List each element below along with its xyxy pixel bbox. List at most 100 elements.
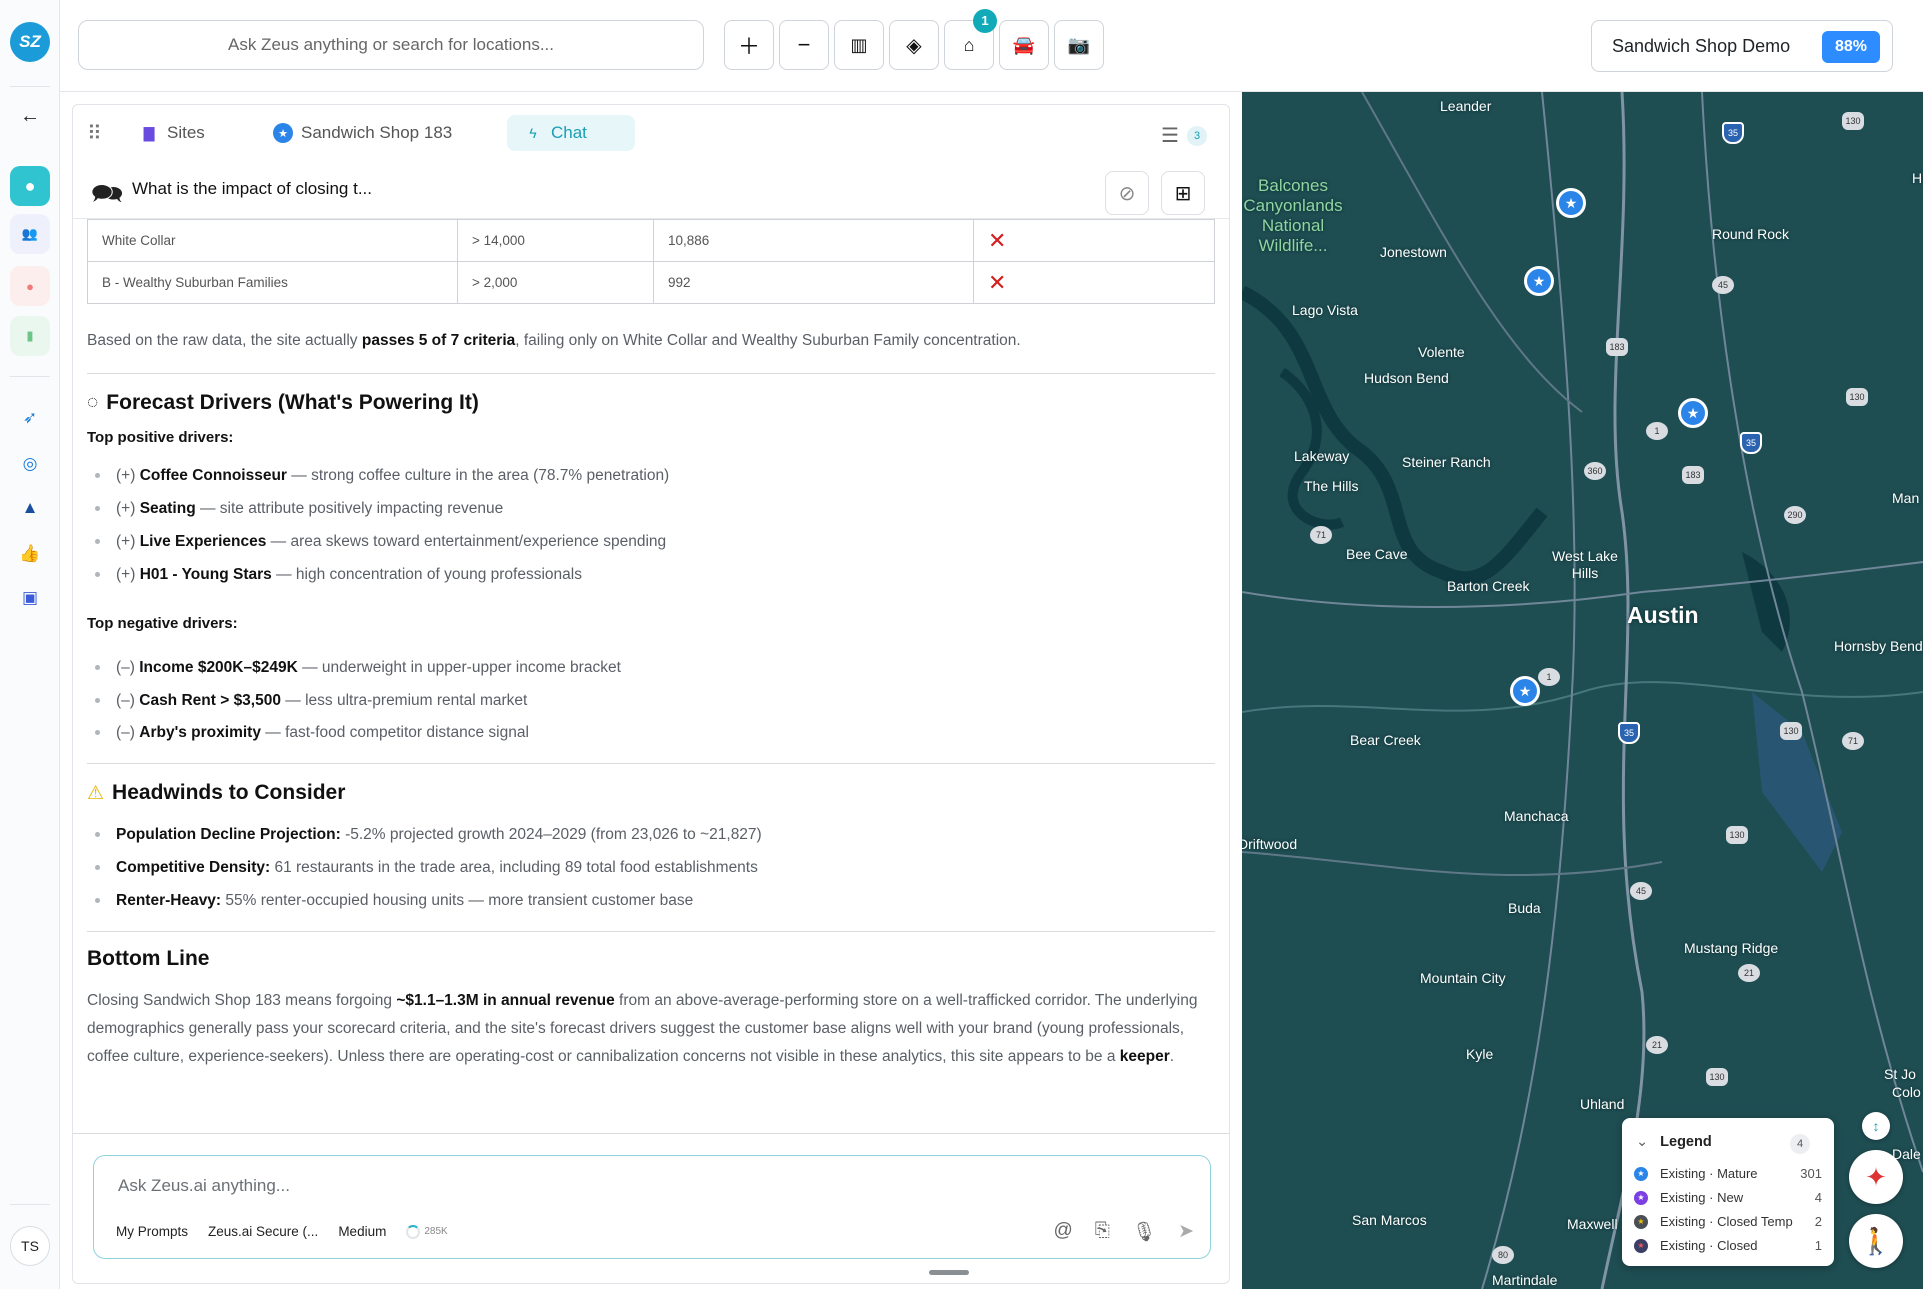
resize-handle[interactable] bbox=[929, 1270, 969, 1275]
store-pin[interactable]: ★ bbox=[1510, 676, 1540, 706]
headwind-desc: 55% renter-occupied housing units — more… bbox=[221, 892, 694, 909]
list-item: (+) H01 - Young Stars — high concentrati… bbox=[95, 566, 582, 584]
driver-desc: — high concentration of young profession… bbox=[271, 566, 582, 583]
summary-text: Based on the raw data, the site actually bbox=[87, 332, 362, 349]
chart-icon[interactable]: ▮ bbox=[10, 316, 50, 356]
layers-button[interactable]: ◈ bbox=[889, 20, 939, 70]
driver-sign: (+) bbox=[116, 467, 140, 484]
highway-shield: 71 bbox=[1842, 732, 1864, 750]
list-item: (+) Coffee Connoisseur — strong coffee c… bbox=[95, 467, 669, 485]
positive-drivers-label: Top positive drivers: bbox=[87, 429, 234, 446]
top-bar: Ask Zeus anything or search for location… bbox=[60, 0, 1923, 92]
minus-icon: − bbox=[797, 32, 811, 57]
fail-x-icon: ✕ bbox=[988, 227, 1007, 253]
stores-button[interactable]: ⌂ 1 bbox=[944, 9, 997, 70]
tab-sandwich-shop[interactable]: ★ Sandwich Shop 183 bbox=[257, 115, 468, 151]
legend-count-value: 2 bbox=[1814, 1214, 1822, 1229]
chat-composer[interactable]: Ask Zeus.ai anything... My Prompts Zeus.… bbox=[93, 1155, 1211, 1259]
effort-selector[interactable]: Medium bbox=[338, 1224, 386, 1239]
drive-time-button[interactable]: 🚘 bbox=[999, 20, 1049, 70]
zoom-in-button[interactable]: ＋ bbox=[724, 20, 774, 70]
hide-visibility-button[interactable]: ⊘ bbox=[1105, 171, 1149, 215]
highway-shield: 183 bbox=[1682, 466, 1704, 484]
legend-swatch-star-icon: ★ bbox=[1634, 1238, 1648, 1253]
driver-sign: (–) bbox=[116, 659, 140, 676]
car-icon: 🚘 bbox=[1012, 34, 1036, 55]
chat-input[interactable]: Ask Zeus.ai anything... bbox=[118, 1176, 290, 1196]
highway-shield: 130 bbox=[1726, 826, 1748, 844]
driver-name: H01 - Young Stars bbox=[139, 566, 272, 583]
rocket-icon[interactable]: ➶ bbox=[18, 406, 42, 430]
chevron-down-icon[interactable]: ⌄ bbox=[1636, 1134, 1648, 1150]
summary-bold: passes 5 of 7 criteria bbox=[361, 332, 516, 349]
drag-handle-icon[interactable]: ⠿ bbox=[87, 121, 102, 146]
list-item: (+) Seating — site attribute positively … bbox=[95, 500, 503, 518]
microphone-icon[interactable]: 🎙 bbox=[1132, 1220, 1156, 1244]
highway-shield: 45 bbox=[1712, 276, 1734, 294]
send-icon[interactable]: ➤ bbox=[1178, 1220, 1194, 1244]
compass-button[interactable]: ✦ bbox=[1849, 1150, 1903, 1204]
list-item: (–) Income $200K–$249K — underweight in … bbox=[95, 659, 621, 677]
new-chat-button[interactable]: ⊞ bbox=[1161, 171, 1205, 215]
back-arrow-icon[interactable]: ← bbox=[18, 104, 42, 128]
driver-sign: (+) bbox=[116, 533, 140, 550]
legend-row[interactable]: ★ Existing · New 4 bbox=[1634, 1190, 1822, 1205]
legend-row[interactable]: ★ Existing · Closed Temp 2 bbox=[1634, 1214, 1822, 1229]
compass-icon[interactable]: ◎ bbox=[18, 452, 42, 476]
table-cell-pass: ✕ bbox=[973, 219, 1215, 262]
people-icon[interactable]: 👥 bbox=[10, 214, 50, 254]
store-pin[interactable]: ★ bbox=[1556, 188, 1586, 218]
street-view-button[interactable]: 🚶 bbox=[1849, 1214, 1903, 1268]
legend-swatch-star-icon: ★ bbox=[1634, 1166, 1648, 1181]
left-rail: SZ ← ● 👥 ● ▮ ➶ ◎ ▲ 👍 ▣ TS bbox=[0, 0, 60, 1289]
expand-vertical-button[interactable]: ↕ bbox=[1862, 1112, 1890, 1140]
map-style-button[interactable]: ▥ bbox=[834, 20, 884, 70]
legend-row[interactable]: ★ Existing · Closed 1 bbox=[1634, 1238, 1822, 1253]
app-logo[interactable]: SZ bbox=[10, 22, 50, 62]
map-pin-icon[interactable]: ● bbox=[10, 166, 50, 206]
graduation-cap-icon[interactable]: ▲ bbox=[18, 496, 42, 520]
person-icon: 🚶 bbox=[1859, 1225, 1893, 1256]
map-view[interactable]: Leander Balcones Canyonlands National Wi… bbox=[1242, 92, 1923, 1289]
heatmap-icon[interactable]: ● bbox=[10, 266, 50, 306]
chat-bubbles-icon[interactable]: ▣ bbox=[18, 586, 42, 610]
rail-divider bbox=[10, 1204, 50, 1205]
list-icon: ☰ bbox=[1161, 125, 1179, 147]
legend-row[interactable]: ★ Existing · Mature 301 bbox=[1634, 1166, 1822, 1181]
table-cell-threshold: > 14,000 bbox=[457, 219, 654, 262]
driver-name: Coffee Connoisseur bbox=[139, 467, 287, 484]
store-pin[interactable]: ★ bbox=[1524, 266, 1554, 296]
map-label-bee-cave: Bee Cave bbox=[1346, 546, 1408, 562]
store-pin[interactable]: ★ bbox=[1678, 398, 1708, 428]
tab-sites[interactable]: ▇ Sites bbox=[123, 115, 221, 151]
model-selector[interactable]: Zeus.ai Secure (... bbox=[208, 1224, 318, 1239]
zoom-out-button[interactable]: − bbox=[779, 20, 829, 70]
thread-list-button[interactable]: ☰ 3 bbox=[1161, 123, 1207, 148]
mention-icon[interactable]: @ bbox=[1053, 1220, 1072, 1244]
thumbs-up-icon[interactable]: 👍 bbox=[18, 542, 42, 566]
map-label-hudson-bend: Hudson Bend bbox=[1364, 370, 1449, 386]
map-label-edge: H bbox=[1912, 170, 1923, 186]
map-label-lakeway: Lakeway bbox=[1294, 448, 1350, 464]
app: SZ ← ● 👥 ● ▮ ➶ ◎ ▲ 👍 ▣ TS Ask Zeus anyth… bbox=[0, 0, 1923, 1289]
highway-shield: 290 bbox=[1784, 506, 1806, 524]
legend-label: Existing · Closed bbox=[1660, 1238, 1758, 1253]
driver-name: Income $200K–$249K bbox=[139, 659, 298, 676]
table-cell-value: 992 bbox=[653, 261, 974, 304]
storefront-icon: ⌂ bbox=[963, 34, 975, 55]
legend-label: Existing · Closed Temp bbox=[1660, 1214, 1793, 1229]
highway-shield: 130 bbox=[1706, 1068, 1728, 1086]
screenshot-button[interactable]: 📷 bbox=[1054, 20, 1104, 70]
global-search-input[interactable]: Ask Zeus anything or search for location… bbox=[78, 20, 704, 70]
thread-header: 🗪 What is the impact of closing t... ⊘ ⊞ bbox=[73, 157, 1229, 219]
my-prompts-button[interactable]: My Prompts bbox=[116, 1224, 188, 1239]
tab-chat[interactable]: ϟ Chat bbox=[507, 115, 635, 151]
user-avatar[interactable]: TS bbox=[10, 1226, 50, 1266]
project-selector[interactable]: Sandwich Shop Demo 88% bbox=[1591, 20, 1893, 72]
legend-header[interactable]: ⌄ Legend bbox=[1636, 1134, 1712, 1150]
attach-icon[interactable]: ⎘ bbox=[1095, 1220, 1110, 1244]
map-label-mustang-ridge: Mustang Ridge bbox=[1684, 940, 1779, 956]
forecast-drivers-title: Forecast Drivers (What's Powering It) bbox=[106, 391, 479, 414]
map-icon: ▥ bbox=[850, 34, 868, 55]
highway-shield: 71 bbox=[1310, 526, 1332, 544]
